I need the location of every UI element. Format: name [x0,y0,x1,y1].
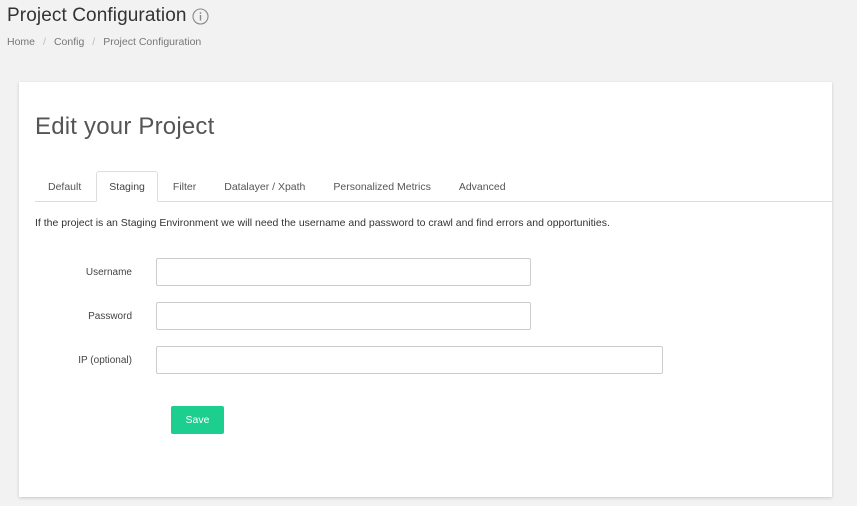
breadcrumb-separator: / [92,36,96,48]
tab-datalayer-xpath[interactable]: Datalayer / Xpath [211,171,318,202]
tab-staging[interactable]: Staging [96,171,158,202]
save-button[interactable]: Save [171,406,224,434]
ip-label: IP (optional) [78,354,132,366]
password-input[interactable] [156,302,531,330]
tab-personalized-metrics[interactable]: Personalized Metrics [320,171,443,202]
breadcrumb-current: Project Configuration [103,36,202,48]
breadcrumb-separator: / [43,36,46,48]
ip-input[interactable] [156,346,663,374]
edit-project-card: Edit your Project Default Staging Filter… [19,82,832,497]
breadcrumb: Home / Config / Project Configuration [7,36,201,48]
username-label: Username [85,266,132,278]
tab-bar: Default Staging Filter Datalayer / Xpath… [35,171,832,202]
page-header: Project Configuration [7,5,209,27]
tab-default[interactable]: Default [35,171,94,202]
password-label: Password [88,310,132,322]
username-input[interactable] [156,258,531,286]
breadcrumb-config[interactable]: Config [54,36,84,48]
page-title: Project Configuration [7,5,187,26]
tab-advanced[interactable]: Advanced [446,171,519,202]
info-icon[interactable] [191,7,209,25]
ip-row: IP (optional) [19,346,663,374]
tab-filter[interactable]: Filter [160,171,209,202]
breadcrumb-home[interactable]: Home [7,36,35,48]
card-title: Edit your Project [35,113,215,140]
username-row: Username [19,258,531,286]
staging-description: If the project is an Staging Environment… [35,217,610,229]
password-row: Password [19,302,531,330]
